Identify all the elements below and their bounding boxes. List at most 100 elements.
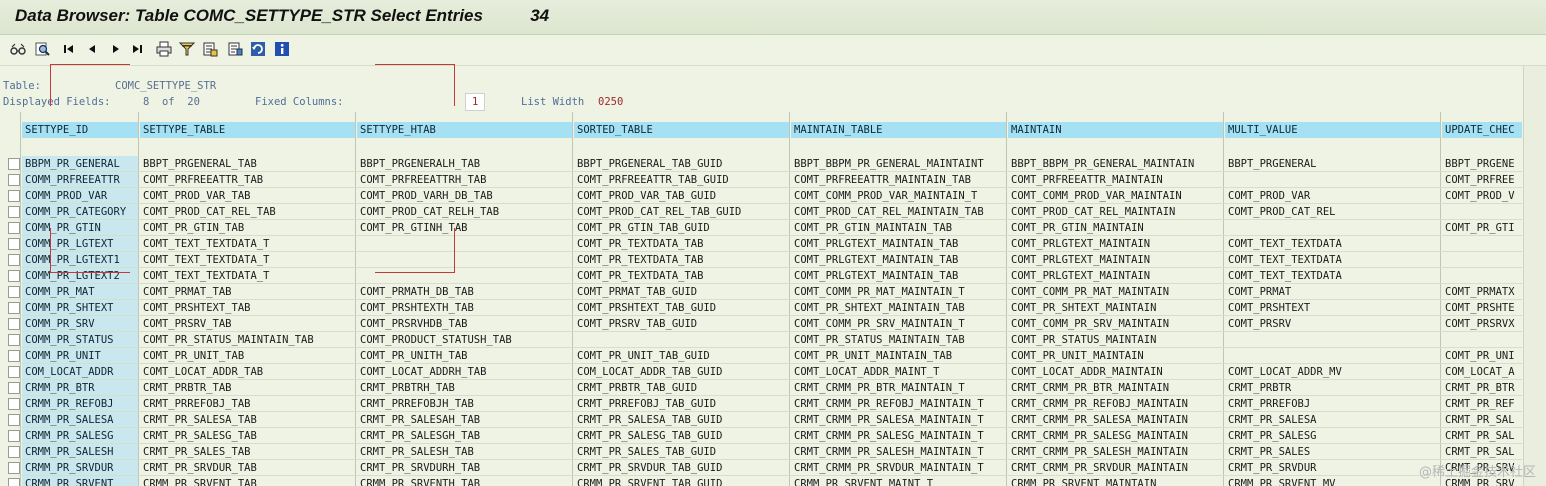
table-cell[interactable]: COMT_PRODUCT_STATUSH_TAB xyxy=(357,332,572,348)
table-cell[interactable]: CRMT_CRMM_PR_SALESG_MAINTAIN xyxy=(1008,428,1223,444)
table-cell[interactable]: CRMT_PRBTRH_TAB xyxy=(357,380,572,396)
table-cell[interactable]: BBPT_BBPM_PR_GENERAL_MAINTAINT xyxy=(791,156,1006,172)
table-cell[interactable]: CRMT_CRMM_PR_SALESA_MAINTAIN_T xyxy=(791,412,1006,428)
row-selector[interactable] xyxy=(8,366,20,378)
row-selector[interactable] xyxy=(8,382,20,394)
table-cell[interactable]: CRMT_PR_SALESG_TAB_GUID xyxy=(574,428,789,444)
key-cell[interactable]: CRMM_PR_SRVENT xyxy=(22,476,138,486)
table-cell[interactable]: COMT_PRFREEATTR_MAINTAIN xyxy=(1008,172,1223,188)
table-cell[interactable]: COMT_PRLGTEXT_MAINTAIN xyxy=(1008,268,1223,284)
table-cell[interactable]: COMT_PRSHTE xyxy=(1442,300,1522,316)
table-cell[interactable]: CRMT_PR_SALESGH_TAB xyxy=(357,428,572,444)
row-selector[interactable] xyxy=(8,302,20,314)
column-header-update-chec[interactable]: UPDATE_CHEC xyxy=(1442,122,1522,138)
row-selector[interactable] xyxy=(8,190,20,202)
table-cell[interactable]: COMT_TEXT_TEXTDATA_T xyxy=(140,252,355,268)
table-cell[interactable]: COMT_LOCAT_ADDR_MAINT_T xyxy=(791,364,1006,380)
table-cell[interactable]: CRMT_PRREFOBJH_TAB xyxy=(357,396,572,412)
table-cell[interactable]: COMT_PR_UNITH_TAB xyxy=(357,348,572,364)
table-cell[interactable]: COMT_PRMAT_TAB xyxy=(140,284,355,300)
table-cell[interactable]: CRMT_PR_SRVDUR_TAB_GUID xyxy=(574,460,789,476)
first-page-icon[interactable] xyxy=(60,41,76,57)
table-cell[interactable]: COMT_PRFREEATTR_MAINTAIN_TAB xyxy=(791,172,1006,188)
table-cell[interactable]: COMT_PRSRV xyxy=(1225,316,1440,332)
table-cell[interactable]: COMT_PROD_CAT_REL xyxy=(1225,204,1440,220)
next-page-icon[interactable] xyxy=(108,41,124,57)
table-cell[interactable]: CRMM_PR_SRVENT_MV xyxy=(1225,476,1440,486)
key-cell[interactable]: COMM_PR_SRV xyxy=(22,316,138,332)
table-cell[interactable]: COMT_PR_GTIN_TAB xyxy=(140,220,355,236)
table-cell[interactable]: CRMM_PR_SRVENT_TAB_GUID xyxy=(574,476,789,486)
table-cell[interactable]: COMT_PR_UNIT_MAINTAIN_TAB xyxy=(791,348,1006,364)
table-cell[interactable]: COMT_PRLGTEXT_MAINTAIN_TAB xyxy=(791,268,1006,284)
table-cell[interactable]: COMT_PR_GTI xyxy=(1442,220,1522,236)
table-cell[interactable]: CRMT_CRMM_PR_BTR_MAINTAIN_T xyxy=(791,380,1006,396)
table-cell[interactable]: COMT_PRMAT xyxy=(1225,284,1440,300)
table-cell[interactable]: CRMT_PRBTR_TAB_GUID xyxy=(574,380,789,396)
table-cell[interactable]: COMT_TEXT_TEXTDATA_T xyxy=(140,268,355,284)
table-cell[interactable]: BBPT_PRGENERALH_TAB xyxy=(357,156,572,172)
table-cell[interactable]: CRMT_CRMM_PR_SALESG_MAINTAIN_T xyxy=(791,428,1006,444)
row-selector[interactable] xyxy=(8,414,20,426)
table-cell[interactable]: CRMT_PR_SRVDURH_TAB xyxy=(357,460,572,476)
row-selector[interactable] xyxy=(8,254,20,266)
table-cell[interactable]: COMT_PR_GTIN_MAINTAIN xyxy=(1008,220,1223,236)
table-cell[interactable]: COMT_PRMAT_TAB_GUID xyxy=(574,284,789,300)
table-cell[interactable]: COMT_COMM_PR_SRV_MAINTAIN xyxy=(1008,316,1223,332)
column-header-multi-value[interactable]: MULTI_VALUE xyxy=(1225,122,1440,138)
table-cell[interactable]: COMT_TEXT_TEXTDATA_T xyxy=(140,236,355,252)
row-selector[interactable] xyxy=(8,462,20,474)
table-cell[interactable]: CRMT_CRMM_PR_REFOBJ_MAINTAIN_T xyxy=(791,396,1006,412)
table-cell[interactable]: COMT_LOCAT_ADDRH_TAB xyxy=(357,364,572,380)
table-cell[interactable]: CRMT_PRBTR_TAB xyxy=(140,380,355,396)
table-cell[interactable]: COMT_PR_TEXTDATA_TAB xyxy=(574,268,789,284)
table-cell[interactable] xyxy=(1442,268,1522,284)
row-selector[interactable] xyxy=(8,334,20,346)
table-cell[interactable]: CRMT_PR_SALESG xyxy=(1225,428,1440,444)
table-cell[interactable]: COMT_PRSRV_TAB xyxy=(140,316,355,332)
table-cell[interactable]: CRMM_PR_SRVENTH_TAB xyxy=(357,476,572,486)
information-icon[interactable] xyxy=(274,41,290,57)
table-cell[interactable]: COMT_PR_STATUS_MAINTAIN xyxy=(1008,332,1223,348)
table-cell[interactable]: COMT_PRFREEATTRH_TAB xyxy=(357,172,572,188)
table-cell[interactable]: COMT_PRLGTEXT_MAINTAIN xyxy=(1008,252,1223,268)
table-cell[interactable]: CRMT_PR_SALES xyxy=(1225,444,1440,460)
table-cell[interactable]: COMT_PRFREEATTR_TAB xyxy=(140,172,355,188)
table-cell[interactable]: BBPT_PRGENERAL_TAB_GUID xyxy=(574,156,789,172)
row-selector[interactable] xyxy=(8,478,20,486)
table-cell[interactable]: COMT_PRSHTEXT xyxy=(1225,300,1440,316)
table-cell[interactable]: BBPT_PRGENERAL xyxy=(1225,156,1440,172)
table-cell[interactable]: COMT_PR_SHTEXT_MAINTAIN_TAB xyxy=(791,300,1006,316)
table-cell[interactable]: COMT_COMM_PR_MAT_MAINTAIN xyxy=(1008,284,1223,300)
table-cell[interactable]: COMT_LOCAT_ADDR_TAB xyxy=(140,364,355,380)
table-cell[interactable]: COMT_PROD_VAR_TAB_GUID xyxy=(574,188,789,204)
table-cell[interactable]: COMT_PRLGTEXT_MAINTAIN xyxy=(1008,236,1223,252)
table-cell[interactable]: COMT_PRLGTEXT_MAINTAIN_TAB xyxy=(791,236,1006,252)
table-cell[interactable]: CRMT_PRREFOBJ_TAB_GUID xyxy=(574,396,789,412)
column-header-sorted-table[interactable]: SORTED_TABLE xyxy=(574,122,789,138)
table-cell[interactable] xyxy=(574,332,789,348)
table-cell[interactable]: CRMT_PR_SALES_TAB xyxy=(140,444,355,460)
row-selector[interactable] xyxy=(8,174,20,186)
table-cell[interactable]: COMT_LOCAT_ADDR_MAINTAIN xyxy=(1008,364,1223,380)
key-cell[interactable]: CRMM_PR_BTR xyxy=(22,380,138,396)
table-cell[interactable]: CRMT_PR_SRVDUR xyxy=(1225,460,1440,476)
table-cell[interactable]: CRMT_PR_REF xyxy=(1442,396,1522,412)
table-cell[interactable]: CRMT_CRMM_PR_SRVDUR_MAINTAIN_T xyxy=(791,460,1006,476)
table-cell[interactable]: COMT_PR_UNIT_TAB_GUID xyxy=(574,348,789,364)
table-cell[interactable]: COMT_COMM_PR_MAT_MAINTAIN_T xyxy=(791,284,1006,300)
table-cell[interactable]: CRMT_CRMM_PR_REFOBJ_MAINTAIN xyxy=(1008,396,1223,412)
table-cell[interactable]: COMT_PRSHTEXT_TAB_GUID xyxy=(574,300,789,316)
table-cell[interactable]: COMT_PROD_CAT_REL_TAB xyxy=(140,204,355,220)
fixed-columns-input[interactable]: 1 xyxy=(465,93,486,111)
table-cell[interactable]: BBPT_PRGENERAL_TAB xyxy=(140,156,355,172)
table-cell[interactable]: CRMT_PR_SALESH_TAB xyxy=(357,444,572,460)
table-cell[interactable] xyxy=(1225,332,1440,348)
table-cell[interactable]: COM_LOCAT_A xyxy=(1442,364,1522,380)
table-cell[interactable] xyxy=(1442,204,1522,220)
layout-icon[interactable] xyxy=(227,41,243,57)
table-cell[interactable]: COMT_PR_GTINH_TAB xyxy=(357,220,572,236)
table-cell[interactable] xyxy=(1225,172,1440,188)
table-cell[interactable]: CRMT_PR_SRVDUR_TAB xyxy=(140,460,355,476)
table-cell[interactable]: COMT_PR_UNIT_MAINTAIN xyxy=(1008,348,1223,364)
